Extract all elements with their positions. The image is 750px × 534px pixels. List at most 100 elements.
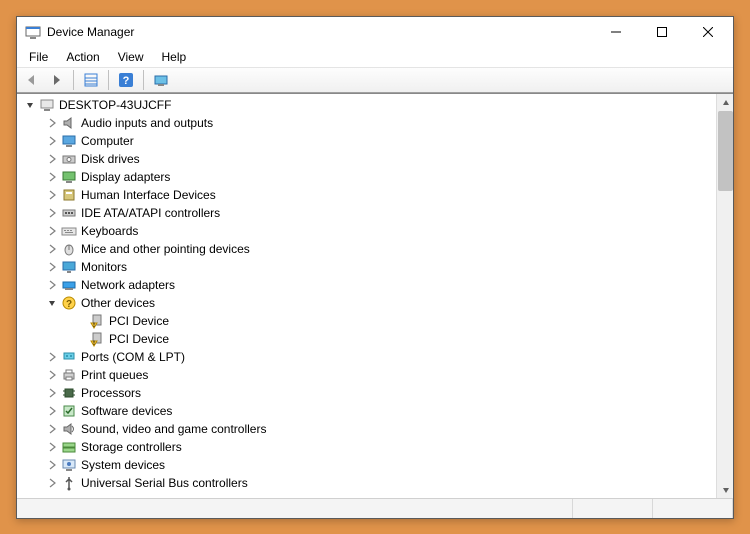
tree-category[interactable]: Universal Serial Bus controllers <box>21 474 716 492</box>
scan-button[interactable] <box>150 69 172 91</box>
svg-text:!: ! <box>93 323 95 329</box>
window-controls <box>593 17 731 47</box>
statusbar <box>17 498 733 518</box>
scroll-up-arrow[interactable] <box>717 94 733 111</box>
expander-icon[interactable] <box>45 260 59 274</box>
scroll-down-arrow[interactable] <box>717 481 733 498</box>
tree-category-label: System devices <box>81 458 165 472</box>
tree-category-label: Sound, video and game controllers <box>81 422 266 436</box>
expander-icon[interactable] <box>23 98 37 112</box>
tree-category[interactable]: Network adapters <box>21 276 716 294</box>
tree-category[interactable]: Processors <box>21 384 716 402</box>
expander-icon[interactable] <box>45 350 59 364</box>
expander-icon[interactable] <box>45 206 59 220</box>
scrollbar[interactable] <box>716 94 733 498</box>
tree-category[interactable]: Disk drives <box>21 150 716 168</box>
tree-category[interactable]: Human Interface Devices <box>21 186 716 204</box>
expander-icon[interactable] <box>45 296 59 310</box>
tree-category[interactable]: Mice and other pointing devices <box>21 240 716 258</box>
back-button[interactable] <box>21 69 43 91</box>
expander-icon[interactable] <box>45 152 59 166</box>
tree-category-label: Computer <box>81 134 134 148</box>
menu-view[interactable]: View <box>110 49 152 65</box>
tree-category-label: Processors <box>81 386 141 400</box>
close-button[interactable] <box>685 17 731 47</box>
network-icon <box>61 277 77 293</box>
expander-icon[interactable] <box>45 476 59 490</box>
tree-category-label: Display adapters <box>81 170 170 184</box>
status-cell <box>573 499 653 518</box>
content: DESKTOP-43UJCFF Audio inputs and outputs C… <box>17 93 733 498</box>
tree-category-label: Universal Serial Bus controllers <box>81 476 248 490</box>
properties-button[interactable] <box>80 69 102 91</box>
expander-icon[interactable] <box>45 368 59 382</box>
expander-spacer <box>73 314 87 328</box>
minimize-button[interactable] <box>593 17 639 47</box>
tree-root-label: DESKTOP-43UJCFF <box>59 98 171 112</box>
tree-device[interactable]: ! PCI Device <box>21 330 716 348</box>
titlebar: Device Manager <box>17 17 733 47</box>
ide-icon <box>61 205 77 221</box>
help-button[interactable]: ? <box>115 69 137 91</box>
ports-icon <box>61 349 77 365</box>
toolbar-separator <box>73 70 74 90</box>
tree-category[interactable]: Storage controllers <box>21 438 716 456</box>
tree-category[interactable]: Audio inputs and outputs <box>21 114 716 132</box>
expander-icon[interactable] <box>45 188 59 202</box>
scroll-thumb[interactable] <box>718 111 733 191</box>
tree-category[interactable]: Sound, video and game controllers <box>21 420 716 438</box>
computer-icon <box>61 133 77 149</box>
expander-icon[interactable] <box>45 116 59 130</box>
tree-category[interactable]: Keyboards <box>21 222 716 240</box>
disk-icon <box>61 151 77 167</box>
tree-category[interactable]: Monitors <box>21 258 716 276</box>
mouse-icon <box>61 241 77 257</box>
warning-icon: ! <box>89 313 105 329</box>
expander-icon[interactable] <box>45 242 59 256</box>
tree-category-label: Other devices <box>81 296 155 310</box>
tree-category[interactable]: Print queues <box>21 366 716 384</box>
sound-icon <box>61 421 77 437</box>
expander-icon[interactable] <box>45 440 59 454</box>
other-icon: ? <box>61 295 77 311</box>
expander-icon[interactable] <box>45 278 59 292</box>
tree-category[interactable]: Display adapters <box>21 168 716 186</box>
printer-icon <box>61 367 77 383</box>
tree-category[interactable]: Software devices <box>21 402 716 420</box>
tree-category[interactable]: ? Other devices <box>21 294 716 312</box>
processor-icon <box>61 385 77 401</box>
toolbar-separator <box>143 70 144 90</box>
forward-button[interactable] <box>45 69 67 91</box>
expander-icon[interactable] <box>45 134 59 148</box>
window-title: Device Manager <box>47 25 593 39</box>
tree-category[interactable]: System devices <box>21 456 716 474</box>
svg-text:?: ? <box>123 75 130 87</box>
svg-text:!: ! <box>93 341 95 347</box>
tree-category-label: Monitors <box>81 260 127 274</box>
tree-device-label: PCI Device <box>109 332 169 346</box>
tree-category[interactable]: Ports (COM & LPT) <box>21 348 716 366</box>
menu-action[interactable]: Action <box>58 49 107 65</box>
expander-icon[interactable] <box>45 422 59 436</box>
tree-category-label: Disk drives <box>81 152 140 166</box>
device-tree[interactable]: DESKTOP-43UJCFF Audio inputs and outputs C… <box>17 94 716 498</box>
maximize-button[interactable] <box>639 17 685 47</box>
menu-help[interactable]: Help <box>154 49 195 65</box>
tree-category[interactable]: IDE ATA/ATAPI controllers <box>21 204 716 222</box>
tree-device-label: PCI Device <box>109 314 169 328</box>
expander-icon[interactable] <box>45 224 59 238</box>
expander-icon[interactable] <box>45 386 59 400</box>
tree-category-label: IDE ATA/ATAPI controllers <box>81 206 220 220</box>
tree-device[interactable]: ! PCI Device <box>21 312 716 330</box>
tree-category-label: Print queues <box>81 368 148 382</box>
tree-category[interactable]: Computer <box>21 132 716 150</box>
menu-file[interactable]: File <box>21 49 56 65</box>
hid-icon <box>61 187 77 203</box>
expander-icon[interactable] <box>45 458 59 472</box>
expander-icon[interactable] <box>45 170 59 184</box>
tree-root[interactable]: DESKTOP-43UJCFF <box>21 96 716 114</box>
status-cell <box>653 499 733 518</box>
expander-icon[interactable] <box>45 404 59 418</box>
audio-icon <box>61 115 77 131</box>
tree-category-label: Human Interface Devices <box>81 188 216 202</box>
